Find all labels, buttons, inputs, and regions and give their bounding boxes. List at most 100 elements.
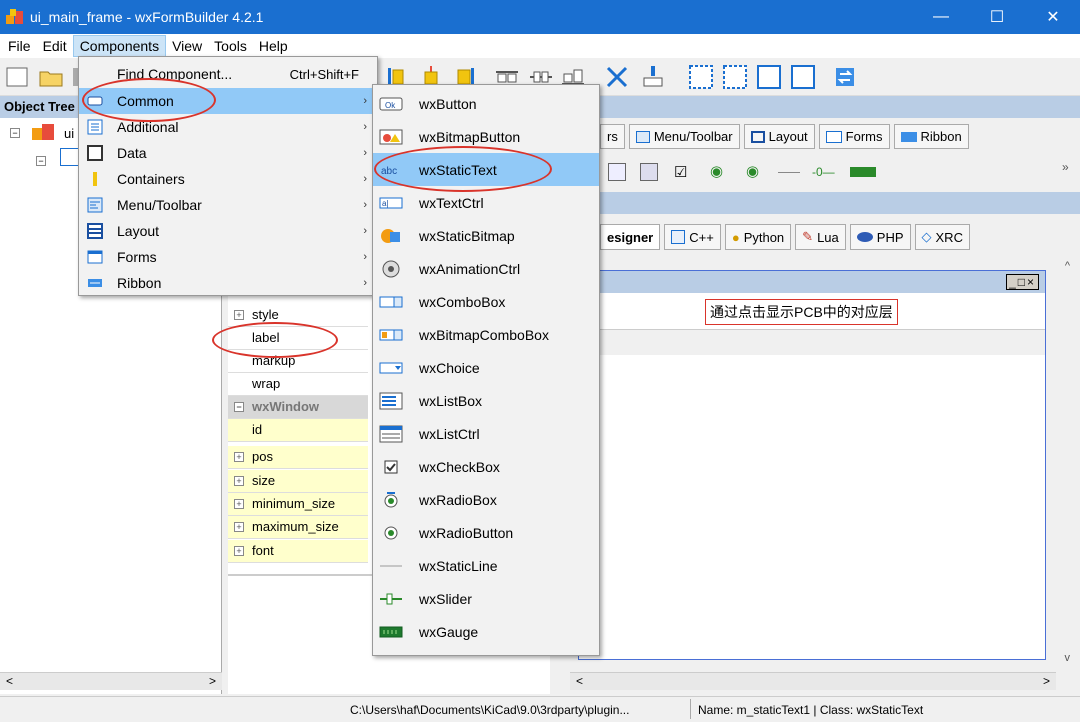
tree-root-label[interactable]: ui — [64, 126, 74, 141]
property-wrap[interactable]: wrap — [228, 373, 368, 396]
submenu-item-wxslider[interactable]: wxSlider — [373, 582, 599, 615]
slider-icon — [378, 589, 404, 609]
submenu-item-wxstaticline[interactable]: wxStaticLine — [373, 549, 599, 582]
property-label[interactable]: label — [228, 327, 368, 350]
tab-designer[interactable]: esigner — [600, 224, 661, 250]
menu-item-ribbon[interactable]: Ribbon › — [79, 270, 377, 296]
radiobox-icon[interactable]: ◉ — [710, 162, 723, 180]
stretch-icon[interactable] — [640, 64, 666, 90]
menu-item-common[interactable]: Common › — [79, 88, 377, 114]
property-font[interactable]: + font — [228, 540, 368, 563]
submenu-item-wxgauge[interactable]: wxGauge — [373, 615, 599, 648]
ribbon-icon — [900, 131, 917, 142]
minimize-button[interactable]: — — [918, 0, 964, 34]
checkbox-icon[interactable]: ☑ — [674, 163, 687, 181]
scroll-down-icon[interactable]: v — [1065, 652, 1071, 664]
new-project-icon[interactable] — [4, 64, 30, 90]
menu-view[interactable]: View — [166, 36, 208, 56]
tab-ribbon[interactable]: Ribbon — [893, 124, 969, 149]
property-markup[interactable]: markup — [228, 350, 368, 373]
scroll-up-icon[interactable]: ^ — [1065, 260, 1070, 272]
submenu-item-wxchoice[interactable]: wxChoice — [373, 351, 599, 384]
list-box-icon — [378, 391, 404, 411]
designer-frame[interactable]: _□× 通过点击显示PCB中的对应层 — [578, 270, 1046, 660]
border-top-icon[interactable] — [756, 64, 782, 90]
tab-menu-toolbar[interactable]: Menu/Toolbar — [628, 124, 740, 149]
submenu-item-wxlistctrl[interactable]: wxListCtrl — [373, 417, 599, 450]
expand-icon[interactable] — [604, 64, 630, 90]
submenu-item-wxradiobutton[interactable]: wxRadioButton — [373, 516, 599, 549]
menu-components[interactable]: Components — [72, 35, 167, 57]
data-icon — [87, 145, 103, 161]
radio-button-icon — [378, 523, 404, 543]
submenu-item-wxanimationctrl[interactable]: wxAnimationCtrl — [373, 252, 599, 285]
submenu-item-wxcombobox[interactable]: wxComboBox — [373, 285, 599, 318]
tab-python[interactable]: ● Python — [724, 224, 792, 250]
submenu-item-wxradiobox[interactable]: wxRadioBox — [373, 483, 599, 516]
gauge-icon[interactable] — [850, 167, 876, 177]
submenu-item-wxlistbox[interactable]: wxListBox — [373, 384, 599, 417]
menu-item-menu-toolbar[interactable]: Menu/Toolbar › — [79, 192, 377, 218]
tab-layout[interactable]: Layout — [743, 124, 815, 149]
menu-file[interactable]: File — [2, 36, 37, 56]
menu-item-find-component[interactable]: Find Component... Ctrl+Shift+F — [79, 61, 379, 87]
palette-widgets: ☑ ◉ ◉ -0— » — [606, 160, 1076, 186]
menu-item-forms[interactable]: Forms › — [79, 244, 377, 270]
tab-cpp[interactable]: C++ — [664, 224, 721, 250]
palette-more-icon[interactable]: » — [1062, 160, 1069, 174]
php-icon — [856, 232, 873, 242]
property-minimum-size[interactable]: + minimum_size — [228, 493, 368, 516]
palette-tabs: rs Menu/Toolbar Layout Forms Ribbon — [600, 124, 969, 149]
radiobutton-icon[interactable]: ◉ — [746, 162, 759, 180]
static-text-icon: abc — [378, 160, 404, 180]
editor-tabs: esigner C++ ● Python ✎ Lua PHP ◇ XRC — [600, 224, 970, 250]
menu-tools[interactable]: Tools — [208, 36, 253, 56]
submenu-item-wxstatictext[interactable]: abc wxStaticText — [373, 153, 599, 186]
slider-icon[interactable]: -0— — [812, 165, 835, 179]
submenu-item-wxbitmapcombobox[interactable]: wxBitmapComboBox — [373, 318, 599, 351]
tab-containers[interactable]: rs — [600, 124, 625, 149]
submenu-item-wxcheckbox[interactable]: wxCheckBox — [373, 450, 599, 483]
maximize-button[interactable]: ☐ — [974, 0, 1020, 34]
menu-item-containers[interactable]: Containers › — [79, 166, 377, 192]
tree-horizontal-scrollbar[interactable]: < > — [0, 672, 222, 690]
border-bottom-icon[interactable] — [790, 64, 816, 90]
swap-icon[interactable] — [832, 64, 858, 90]
menu-toolbar-icon — [635, 130, 650, 143]
property-id[interactable]: id — [228, 419, 368, 442]
property-style[interactable]: + style — [228, 304, 368, 327]
tab-lua[interactable]: ✎ Lua — [795, 224, 846, 250]
menu-item-additional[interactable]: Additional › — [79, 114, 377, 140]
bitmap-button-icon — [378, 127, 404, 147]
menu-item-layout[interactable]: Layout › — [79, 218, 377, 244]
property-maximum-size[interactable]: + maximum_size — [228, 516, 368, 539]
submenu-item-wxtextctrl[interactable]: a| wxTextCtrl — [373, 186, 599, 219]
staticline-icon[interactable] — [778, 172, 800, 173]
property-size[interactable]: + size — [228, 470, 368, 493]
tree-collapse-icon[interactable]: − — [10, 128, 20, 138]
static-text-widget[interactable]: 通过点击显示PCB中的对应层 — [705, 299, 898, 325]
menu-help[interactable]: Help — [253, 36, 294, 56]
property-group-wxwindow[interactable]: − wxWindow — [228, 396, 368, 419]
border-right-icon[interactable] — [722, 64, 748, 90]
listbox-icon[interactable] — [608, 163, 626, 181]
property-pos[interactable]: + pos — [228, 446, 368, 469]
designer-horizontal-scrollbar[interactable]: < > — [570, 672, 1056, 690]
open-project-icon[interactable] — [38, 64, 64, 90]
submenu-item-wxbitmapbutton[interactable]: wxBitmapButton — [373, 120, 599, 153]
menu-edit[interactable]: Edit — [37, 36, 73, 56]
listctrl-icon[interactable] — [640, 163, 658, 181]
border-left-icon[interactable] — [688, 64, 714, 90]
tab-php[interactable]: PHP — [849, 224, 911, 250]
tab-forms[interactable]: Forms — [818, 124, 890, 149]
forms-icon — [825, 130, 842, 143]
frame-buttons: _□× — [1006, 274, 1039, 290]
menu-item-data[interactable]: Data › — [79, 140, 377, 166]
gauge-icon — [378, 622, 404, 642]
submenu-item-wxstaticbitmap[interactable]: wxStaticBitmap — [373, 219, 599, 252]
close-button[interactable]: ✕ — [1030, 0, 1076, 34]
tab-xrc[interactable]: ◇ XRC — [914, 224, 970, 250]
tree-expand-icon[interactable]: − — [36, 156, 46, 166]
submenu-item-wxbutton[interactable]: Ok wxButton — [373, 87, 599, 120]
menu-toolbar-icon — [87, 197, 103, 213]
